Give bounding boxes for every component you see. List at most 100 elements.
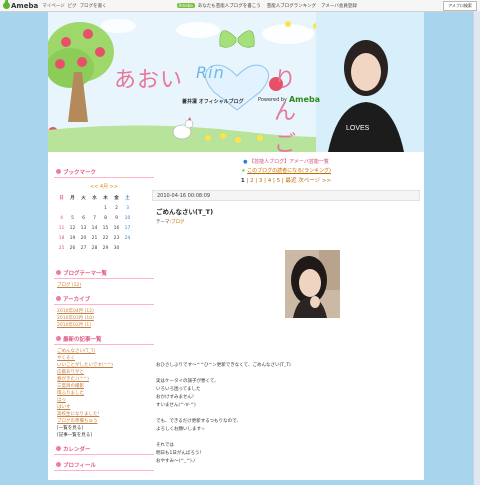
heart-bullet-icon	[56, 336, 61, 341]
blog-title[interactable]: あおい Rin りんご	[114, 62, 296, 152]
calendar-day	[56, 253, 67, 263]
view-entries-link[interactable]: [記事一覧を見る]	[57, 432, 154, 439]
heart-bullet-icon	[56, 270, 61, 275]
calendar-day[interactable]: 15	[100, 223, 111, 233]
reader-register-link[interactable]: ★ このブログの読者になる(ランキング)	[152, 167, 420, 175]
recent-post-item[interactable]: いいことがしたいです(^^)	[57, 362, 154, 369]
blog-search-button[interactable]: アメブロ検索	[443, 0, 477, 11]
top-nav: マイページ ピグ ブログを書く	[42, 3, 106, 9]
archive-item[interactable]: 2010年03月 (10)	[57, 315, 154, 322]
weekday-mon: 月	[70, 196, 75, 201]
title-part-left: あおい	[114, 68, 184, 93]
view-list-link[interactable]: [一覧を見る]	[57, 425, 154, 432]
calendar-day[interactable]: 21	[89, 233, 100, 243]
calendar-day[interactable]: 24	[122, 233, 133, 243]
weekday-sat: 土	[125, 196, 130, 201]
page-latest-link[interactable]: 最近	[286, 178, 297, 184]
page-next-link[interactable]: 次ページ >>	[298, 178, 331, 184]
calendar-day[interactable]: 25	[56, 243, 67, 253]
promo-banner[interactable]: Ameba あなたも芸能人ブログを書こう	[176, 3, 261, 9]
page-link[interactable]: 5	[277, 178, 281, 184]
calendar-day[interactable]: 17	[122, 223, 133, 233]
reader-register-text: このブログの読者になる(ランキング)	[247, 168, 331, 174]
calendar-day	[89, 203, 100, 213]
archive-item[interactable]: 2010年04月 (12)	[57, 308, 154, 315]
entry-theme-link[interactable]: ブログ	[171, 220, 185, 225]
recent-post-item[interactable]: ごめんなさい(T_T)	[57, 348, 154, 355]
calendar-day[interactable]: 26	[67, 243, 78, 253]
archive-item[interactable]: 2010年02月 (1)	[57, 322, 154, 329]
weekday-thu: 木	[103, 196, 108, 201]
recent-post-item[interactable]: はいす	[57, 404, 154, 411]
top-bar: Ameba マイページ ピグ ブログを書く Ameba あなたも芸能人ブログを書…	[0, 0, 480, 12]
nav-pigg[interactable]: ピグ	[68, 3, 77, 9]
body-line	[156, 370, 291, 378]
body-line: おやすみ〜(^_^)ノ	[156, 459, 197, 464]
entry-theme-label: テーマ:	[156, 220, 172, 225]
nav-write-blog[interactable]: ブログを書く	[80, 3, 107, 9]
calendar-week: 25 26 27 28 29 30	[56, 243, 133, 253]
recent-post-item[interactable]: 雨ふりました	[57, 390, 154, 397]
weekday-tue: 火	[81, 196, 86, 201]
recent-post-item[interactable]: 高校生になりました!	[57, 411, 154, 418]
calendar-day[interactable]: 4	[56, 213, 67, 223]
left-sidebar: ブックマーク << 4月 >> 日 月 火 水 木 金 土 1234567891…	[54, 162, 154, 471]
calendar-day[interactable]: 9	[111, 213, 122, 223]
recent-post-item[interactable]: 春がきた♪(^^)	[57, 376, 154, 383]
calendar-day[interactable]: 11	[56, 223, 67, 233]
recent-post-item[interactable]: ブログの準備ちゅう	[57, 418, 154, 425]
calendar-day[interactable]: 5	[67, 213, 78, 223]
calendar-day[interactable]: 29	[100, 243, 111, 253]
calendar-day[interactable]: 30	[111, 243, 122, 253]
calendar-day[interactable]: 6	[78, 213, 89, 223]
entry-photo-image	[285, 250, 340, 318]
celebrity-list-link[interactable]: ● 【芸能人ブログ】アメーバ芸能一覧	[152, 158, 420, 167]
recent-post-item[interactable]: ほっ	[57, 397, 154, 404]
bookmark-heading: ブックマーク	[54, 166, 154, 178]
calendar-day[interactable]: 12	[67, 223, 78, 233]
calendar-day[interactable]: 10	[122, 213, 133, 223]
profile-heading: プロフィール	[54, 459, 154, 471]
powered-by-label: Powered by	[258, 96, 287, 103]
nav-mypage[interactable]: マイページ	[42, 3, 64, 9]
entry-title[interactable]: ごめんなさい(T_T)	[156, 206, 420, 216]
calendar-day[interactable]: 22	[100, 233, 111, 243]
scrollbar-thumb[interactable]	[474, 11, 480, 485]
calendar-week: 11 12 13 14 15 16 17	[56, 223, 133, 233]
ranking-link[interactable]: 芸能人ブログランキング	[267, 3, 316, 9]
page-link[interactable]: 3	[259, 178, 263, 184]
calendar-day[interactable]: 2	[111, 203, 122, 213]
calendar-day[interactable]: 28	[89, 243, 100, 253]
blog-page: LOVES あおい Rin りんご 蒼井凜 オフィシャルブログ Powered …	[48, 12, 424, 480]
calendar-day[interactable]: 1	[100, 203, 111, 213]
page-link[interactable]: 4	[268, 178, 272, 184]
calendar-day[interactable]: 16	[111, 223, 122, 233]
body-line: おひさしぶりです〜^^ひ^ン更新できなくて、ごめんなさい(T_T)	[156, 363, 291, 368]
theme-item[interactable]: ブログ (12)	[57, 282, 154, 289]
vertical-scrollbar[interactable]	[473, 11, 480, 485]
calendar-day[interactable]: 23	[111, 233, 122, 243]
recent-post-item[interactable]: 応援ありがと	[57, 369, 154, 376]
calendar-nav[interactable]: << 4月 >>	[54, 183, 154, 190]
ameba-logo[interactable]: Ameba	[3, 0, 38, 10]
page-link[interactable]: 2	[250, 178, 254, 184]
promo-text: あなたも芸能人ブログを書こう	[197, 3, 261, 9]
entry-photo[interactable]	[285, 250, 340, 318]
recent-post-item[interactable]: やくそく	[57, 355, 154, 362]
heart-bullet-icon	[56, 462, 61, 467]
header-illustration: LOVES	[48, 12, 424, 152]
calendar-day	[111, 253, 122, 263]
calendar-day[interactable]: 18	[56, 233, 67, 243]
blog-subtitle: 蒼井凜 オフィシャルブログ	[182, 99, 244, 105]
calendar-day[interactable]: 20	[78, 233, 89, 243]
calendar-day[interactable]: 14	[89, 223, 100, 233]
calendar-day[interactable]: 3	[122, 203, 133, 213]
calendar-day[interactable]: 19	[67, 233, 78, 243]
calendar-day[interactable]: 27	[78, 243, 89, 253]
calendar-day[interactable]: 8	[100, 213, 111, 223]
calendar-day[interactable]: 7	[89, 213, 100, 223]
recent-post-item[interactable]: 三度目の撮影	[57, 383, 154, 390]
register-link[interactable]: アメーバ会員登録	[321, 3, 357, 9]
powered-by-brand: Ameba	[288, 95, 321, 104]
calendar-day[interactable]: 13	[78, 223, 89, 233]
